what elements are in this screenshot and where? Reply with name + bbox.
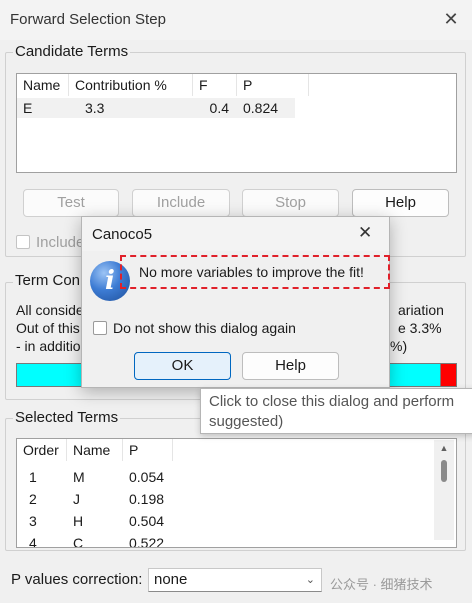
progress-bar-end-segment xyxy=(440,364,456,386)
table-row[interactable]: 4 C 0.522 xyxy=(17,532,437,548)
include-button[interactable]: Include xyxy=(132,189,230,217)
dialog-title: Canoco5 xyxy=(92,226,153,243)
table-row[interactable]: 2 J 0.198 xyxy=(17,488,437,510)
cell-p: 0.198 xyxy=(129,491,165,507)
contribution-text-3: - in additio xyxy=(16,338,81,354)
chevron-down-icon: ⌄ xyxy=(305,574,315,586)
canoco-dialog: Canoco5 ✕ i No more variables to improve… xyxy=(81,216,390,388)
help-button[interactable]: Help xyxy=(352,189,449,217)
cell-name: J xyxy=(73,491,80,507)
stop-button[interactable]: Stop xyxy=(242,189,339,217)
selected-terms-table[interactable]: Order Name P 1 M 0.054 2 J 0.198 3 H 0.5… xyxy=(16,438,457,548)
column-header-f[interactable]: F xyxy=(193,74,237,96)
scroll-up-icon[interactable]: ▲ xyxy=(434,440,454,456)
cell-name: C xyxy=(73,535,84,548)
contribution-text-2: Out of this xyxy=(16,320,80,336)
selected-terms-scrollbar[interactable]: ▲ xyxy=(434,440,454,540)
cell-order: 1 xyxy=(29,469,37,485)
contribution-text-1: All conside xyxy=(16,302,84,318)
column-header-p[interactable]: P xyxy=(237,74,309,96)
column-header-p[interactable]: P xyxy=(123,439,173,461)
column-header-order[interactable]: Order xyxy=(17,439,67,461)
column-header-contribution[interactable]: Contribution % xyxy=(69,74,193,96)
cell-f: 0.4 xyxy=(209,100,229,116)
include-checkbox[interactable] xyxy=(16,235,30,249)
cell-name: H xyxy=(73,513,84,529)
column-header-name[interactable]: Name xyxy=(67,439,123,461)
contribution-text-1-right: ariation xyxy=(398,302,444,318)
p-correction-select[interactable]: none ⌄ xyxy=(148,568,322,592)
cell-name: M xyxy=(73,469,85,485)
table-row[interactable]: 3 H 0.504 xyxy=(17,510,437,532)
cell-contribution: 3.3 xyxy=(85,100,105,116)
window-title: Forward Selection Step xyxy=(10,11,166,28)
cell-name: E xyxy=(23,100,33,116)
cell-p: 0.522 xyxy=(129,535,165,548)
cell-order: 4 xyxy=(29,535,37,548)
do-not-show-checkbox[interactable] xyxy=(93,321,107,335)
candidate-terms-label: Candidate Terms xyxy=(13,43,131,60)
dialog-help-button[interactable]: Help xyxy=(242,352,339,380)
contribution-text-3-right: %) xyxy=(390,338,408,354)
p-correction-label: P values correction: xyxy=(11,571,143,588)
table-row[interactable]: E 3.3 0.4 0.824 xyxy=(17,98,295,118)
candidate-terms-table[interactable]: Name Contribution % F P E 3.3 0.4 0.824 xyxy=(16,73,457,173)
dialog-close-icon[interactable]: ✕ xyxy=(358,223,372,243)
contribution-text-2-right: e 3.3% xyxy=(398,320,442,336)
ok-button[interactable]: OK xyxy=(134,352,231,380)
cell-p: 0.054 xyxy=(129,469,165,485)
do-not-show-label: Do not show this dialog again xyxy=(113,320,296,336)
selected-terms-label: Selected Terms xyxy=(13,409,121,426)
watermark-text: 公众号 · 细猪技术 xyxy=(330,577,433,592)
cell-p: 0.824 xyxy=(243,100,279,116)
cell-p: 0.504 xyxy=(129,513,165,529)
tooltip-line-1: Click to close this dialog and perform xyxy=(209,393,455,410)
term-contribution-label: Term Con xyxy=(13,272,83,289)
tooltip-line-2: suggested) xyxy=(209,413,284,430)
scroll-thumb[interactable] xyxy=(441,460,447,482)
cell-order: 2 xyxy=(29,491,37,507)
p-correction-value: none xyxy=(154,571,188,588)
window-close-icon[interactable]: ✕ xyxy=(440,8,462,30)
column-header-name[interactable]: Name xyxy=(17,74,69,96)
test-button[interactable]: Test xyxy=(23,189,119,217)
cell-order: 3 xyxy=(29,513,37,529)
dialog-message: No more variables to improve the fit! xyxy=(139,264,364,280)
window-titlebar: Forward Selection Step ✕ xyxy=(0,0,472,40)
table-row[interactable]: 1 M 0.054 xyxy=(17,466,437,488)
dialog-titlebar: Canoco5 ✕ xyxy=(82,217,389,251)
ok-tooltip: Click to close this dialog and perform s… xyxy=(200,388,472,434)
include-checkbox-label: Include xyxy=(36,234,85,251)
